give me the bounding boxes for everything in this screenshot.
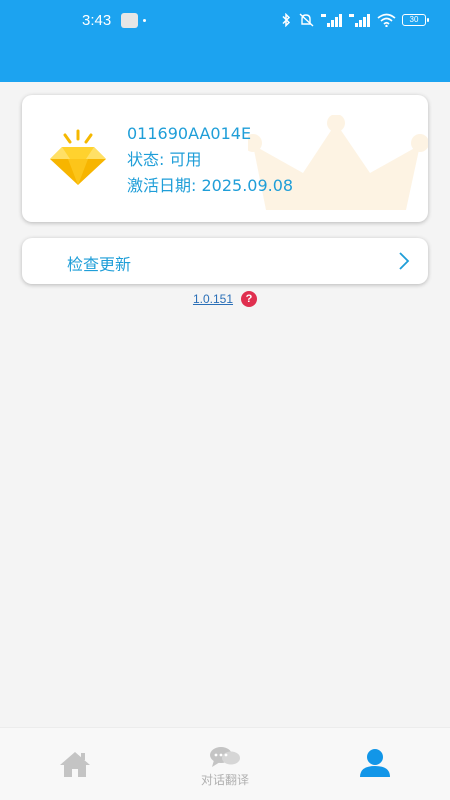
mute-icon xyxy=(299,13,314,27)
notification-dot-icon xyxy=(143,19,146,22)
nav-conversation-translate-label: 对话翻译 xyxy=(200,773,249,787)
signal-icon xyxy=(321,14,342,27)
license-card: 011690AA014E 状态: 可用 激活日期: 2025.09.08 xyxy=(22,95,428,222)
help-icon[interactable]: ? xyxy=(241,291,258,307)
license-status: 状态: 可用 xyxy=(127,150,202,169)
home-icon xyxy=(60,752,90,777)
notification-app-icon xyxy=(121,13,138,28)
diamond-icon xyxy=(50,129,106,185)
device-id: 011690AA014E xyxy=(127,124,252,143)
status-icons: 30 xyxy=(281,12,429,28)
nav-conversation-translate[interactable]: 对话翻译 xyxy=(150,728,300,800)
status-time: 3:43 xyxy=(82,12,112,29)
nav-profile[interactable] xyxy=(300,728,450,800)
chevron-right-icon xyxy=(399,252,410,270)
bluetooth-icon xyxy=(282,13,291,27)
check-update-label: 检查更新 xyxy=(67,255,132,274)
nav-home[interactable] xyxy=(0,728,150,800)
bottom-nav: 对话翻译 xyxy=(0,727,450,800)
check-update-button[interactable]: 检查更新 xyxy=(22,238,428,284)
chat-icon xyxy=(210,747,240,767)
version-link[interactable]: 1.0.151 xyxy=(193,292,233,306)
wifi-icon xyxy=(377,13,396,27)
signal-icon-2 xyxy=(349,14,370,27)
license-info: 011690AA014E 状态: 可用 激活日期: 2025.09.08 xyxy=(127,121,293,199)
battery-icon: 30 xyxy=(402,14,429,26)
status-bar: 3:43 30 xyxy=(0,0,450,40)
version-row: 1.0.151 ? xyxy=(0,291,450,307)
activation-date: 激活日期: 2025.09.08 xyxy=(127,176,294,195)
user-icon xyxy=(360,749,390,777)
